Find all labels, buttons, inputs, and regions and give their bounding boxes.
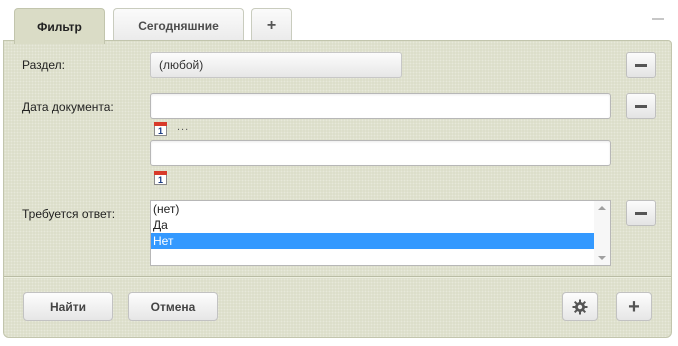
add-filter-button[interactable]: +: [616, 292, 652, 321]
collapse-icon[interactable]: [652, 18, 664, 20]
list-option-selected[interactable]: Нет: [151, 233, 594, 249]
section-select-value: (любой): [159, 58, 204, 72]
tab-filter[interactable]: Фильтр: [14, 8, 105, 44]
add-tab-button[interactable]: +: [251, 8, 292, 42]
document-date-label: Дата документа:: [22, 100, 114, 114]
date-range-separator: ...: [177, 121, 190, 133]
tab-today[interactable]: Сегодняшние: [113, 8, 244, 42]
listbox-scrollbar[interactable]: [594, 201, 610, 265]
tab-filter-label: Фильтр: [37, 19, 82, 34]
section-select[interactable]: (любой): [150, 52, 402, 78]
gear-icon: [572, 299, 588, 314]
remove-reply-button[interactable]: [626, 200, 656, 226]
calendar-icon[interactable]: 1: [154, 122, 167, 136]
date-to-input[interactable]: [150, 140, 611, 166]
plus-icon: +: [628, 295, 640, 318]
find-button-label: Найти: [50, 299, 86, 314]
minus-icon: [635, 104, 647, 108]
scroll-up-icon[interactable]: [598, 206, 606, 210]
cancel-button[interactable]: Отмена: [128, 292, 218, 321]
date-from-input[interactable]: [150, 93, 611, 119]
remove-date-button[interactable]: [626, 93, 656, 119]
calendar-icon[interactable]: 1: [154, 171, 167, 185]
cancel-button-label: Отмена: [150, 299, 196, 314]
remove-section-button[interactable]: [626, 52, 656, 78]
tab-today-label: Сегодняшние: [138, 18, 219, 33]
section-label: Раздел:: [22, 58, 65, 72]
plus-icon: +: [266, 16, 277, 34]
scroll-down-icon[interactable]: [598, 256, 606, 260]
reply-required-listbox[interactable]: (нет) Да Нет: [150, 200, 611, 266]
panel-divider: [4, 276, 671, 277]
filter-panel: Раздел: (любой) Дата документа: 1 ... 1 …: [3, 40, 672, 338]
list-option[interactable]: Да: [151, 217, 594, 233]
list-option[interactable]: (нет): [151, 201, 594, 217]
find-button[interactable]: Найти: [23, 292, 113, 321]
settings-button[interactable]: [562, 292, 598, 321]
minus-icon: [635, 63, 647, 67]
reply-required-label: Требуется ответ:: [22, 207, 116, 221]
minus-icon: [635, 211, 647, 215]
